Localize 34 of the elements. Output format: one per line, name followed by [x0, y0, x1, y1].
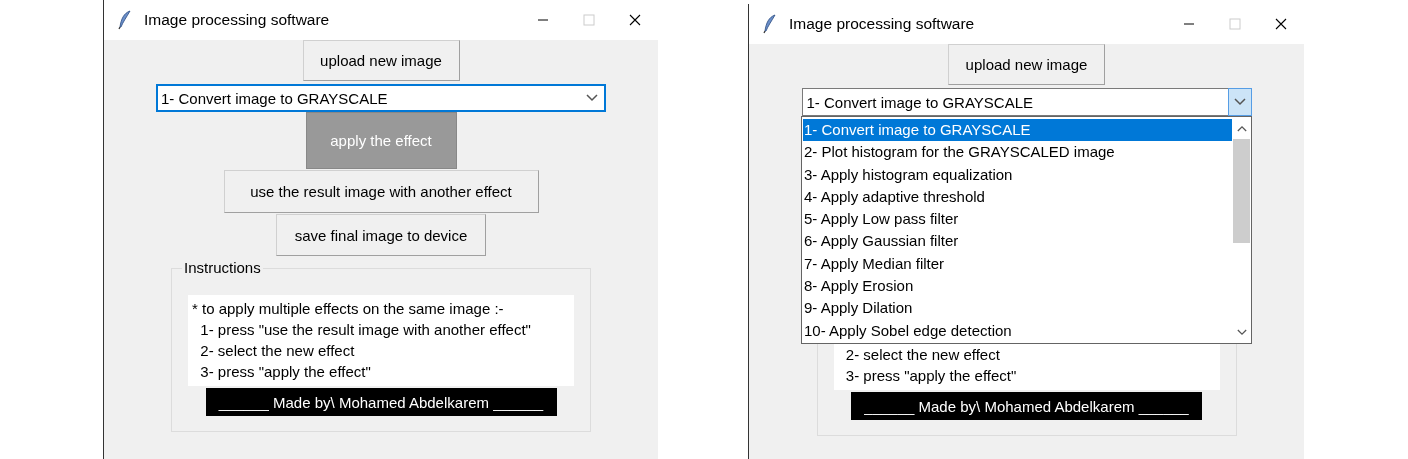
dropdown-option[interactable]: 5- Apply Low pass filter [803, 208, 1232, 231]
window-title: Image processing software [789, 15, 976, 33]
reuse-result-button[interactable]: use the result image with another effect [223, 170, 539, 213]
dropdown-option[interactable]: 6- Apply Gaussian filter [803, 230, 1232, 253]
frame-label: Instructions [183, 259, 262, 277]
credit-label: ______ Made by\ Mohamed Abdelkarem ______ [851, 392, 1202, 420]
dropdown-option[interactable]: 2- Plot histogram for the GRAYSCALED image [803, 141, 1232, 164]
feather-icon [763, 14, 777, 34]
effect-dropdown[interactable]: 1- Convert image to GRAYSCALE [801, 88, 1252, 116]
instruction-text: 2- select the new effect [199, 341, 356, 361]
dropdown-option[interactable]: 9- Apply Dilation [803, 297, 1232, 320]
dropdown-option[interactable]: 4- Apply adaptive threshold [803, 185, 1232, 209]
save-button[interactable]: save final image to device [276, 214, 486, 256]
close-icon[interactable] [1275, 18, 1287, 30]
instruction-text: 2- select the new effect [844, 345, 1001, 365]
credit-label: ______ Made by\ Mohamed Abdelkarem ______ [205, 388, 557, 416]
upload-button[interactable]: upload new image [948, 44, 1105, 85]
scroll-up-icon [1236, 124, 1247, 132]
dropdown-option[interactable]: 10- Apply Sobel edge detection [803, 319, 1232, 342]
instruction-text: 1- press "use the result image with another effect" [199, 320, 532, 340]
instruction-text: 3- press "apply the effect" [199, 362, 372, 382]
feather-icon [118, 10, 132, 30]
dropdown-option[interactable]: 8- Apply Erosion [803, 275, 1232, 298]
instruction-text: * to apply multiple effects on the same image :- [192, 299, 505, 319]
upload-button[interactable]: upload new image [302, 40, 460, 81]
window-title: Image processing software [144, 11, 331, 29]
scroll-down-icon [1236, 328, 1247, 336]
dropdown-option[interactable]: 3- Apply histogram equalization [803, 163, 1232, 186]
effect-dropdown[interactable]: 1- Convert image to GRAYSCALE [156, 84, 606, 112]
close-icon[interactable] [629, 14, 641, 26]
dropdown-option[interactable]: 1- Convert image to GRAYSCALE [803, 119, 1232, 142]
scrollbar-thumb[interactable] [1233, 139, 1250, 243]
dropdown-option[interactable]: 7- Apply Median filter [803, 252, 1232, 276]
instruction-text: 3- press "apply the effect" [844, 366, 1018, 386]
